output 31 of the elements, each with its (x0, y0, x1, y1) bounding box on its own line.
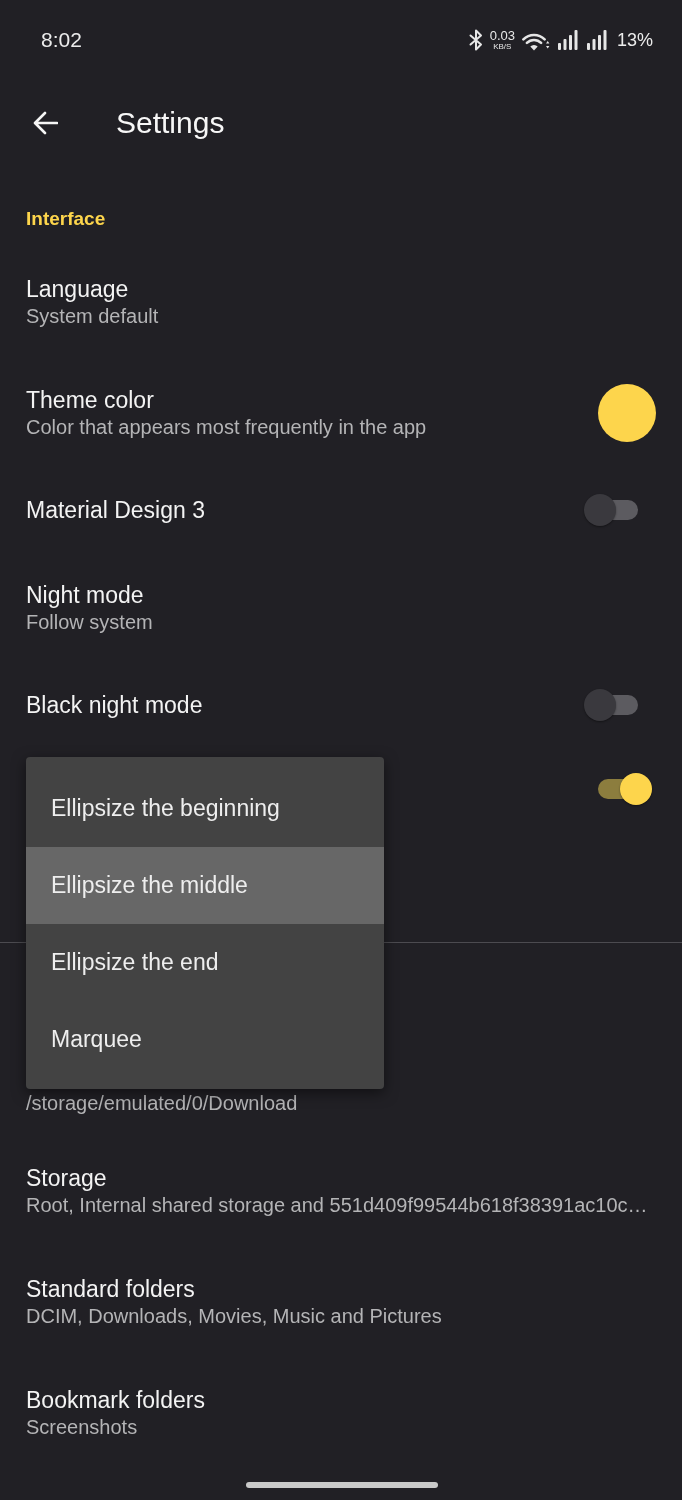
signal-icon (556, 30, 579, 50)
page-title: Settings (116, 104, 225, 141)
setting-title[interactable]: Language (26, 276, 129, 302)
setting-title[interactable]: Theme color (26, 387, 154, 413)
setting-title[interactable]: Black night mode (26, 692, 203, 718)
menu-item[interactable]: Ellipsize the beginning (26, 770, 384, 847)
back-button[interactable] (33, 110, 58, 135)
menu-item[interactable]: Ellipsize the end (26, 924, 384, 1001)
net-speed-value: 0.03 (489, 29, 515, 42)
clock-time: 8:02 (41, 28, 82, 52)
menu-item[interactable]: Marquee (26, 1001, 384, 1078)
setting-summary: /storage/emulated/0/Download (26, 1092, 298, 1114)
signal-icon (585, 30, 608, 50)
setting-title[interactable]: Material Design 3 (26, 497, 205, 523)
setting-summary: Screenshots (26, 1416, 138, 1438)
back-arrow-icon (33, 110, 58, 135)
setting-title[interactable]: Storage (26, 1165, 107, 1191)
setting-summary: System default (26, 305, 159, 327)
setting-title[interactable]: Bookmark folders (26, 1387, 205, 1413)
setting-title[interactable]: Standard folders (26, 1276, 195, 1302)
setting-summary: DCIM, Downloads, Movies, Music and Pictures (26, 1305, 442, 1327)
net-speed-unit: KB/S (493, 42, 512, 51)
swatch-icon[interactable] (598, 383, 656, 442)
setting-summary: Root, Internal shared storage and 551d409f99544b618f38391ac10c… (26, 1194, 648, 1216)
battery-percent: 13% (616, 29, 653, 51)
section-header: Interface (26, 208, 106, 229)
setting-summary: Follow system (26, 611, 153, 633)
bluetooth-icon (468, 29, 483, 51)
setting-summary: Color that appears most frequently in the app (26, 416, 427, 438)
menu-item[interactable]: Ellipsize the middle (26, 847, 384, 924)
setting-title[interactable]: Night mode (26, 582, 144, 608)
